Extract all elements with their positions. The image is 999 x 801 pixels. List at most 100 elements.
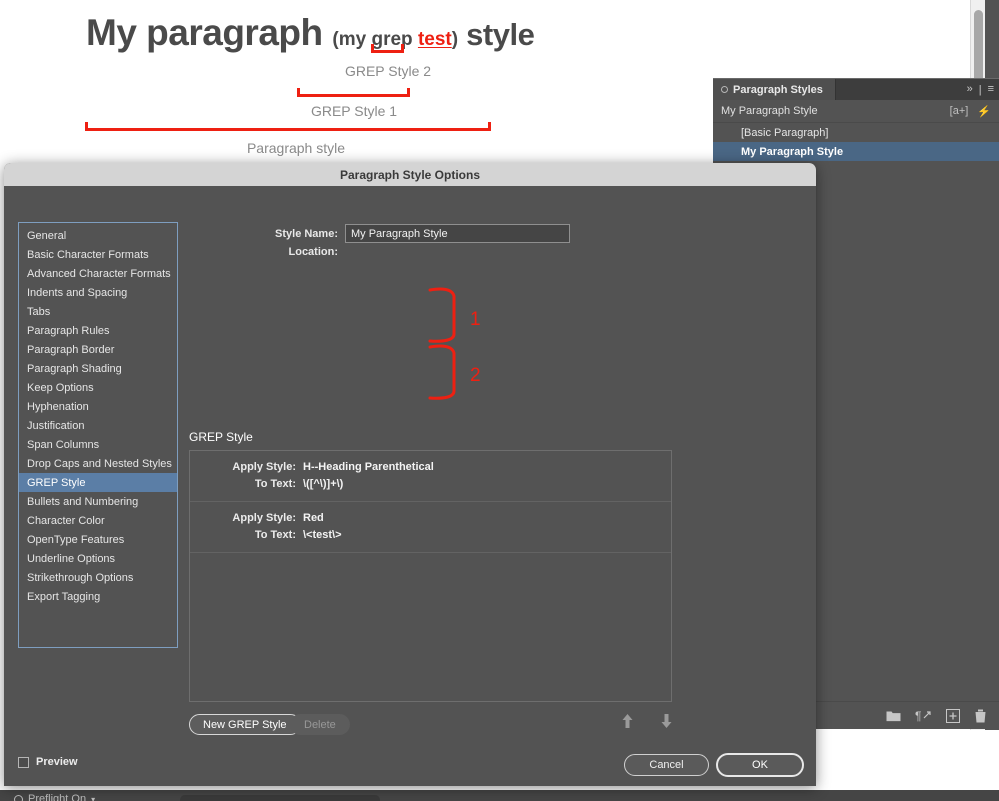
style-name-input[interactable]: My Paragraph Style	[345, 224, 570, 243]
category-label: Export Tagging	[27, 590, 101, 603]
panel-tab-bar: Paragraph Styles » | ≡	[713, 79, 999, 100]
category-label: Hyphenation	[27, 400, 89, 413]
sidebar-item-bullets-and-numbering[interactable]: Bullets and Numbering	[19, 492, 177, 511]
sidebar-item-grep-style[interactable]: GREP Style	[19, 473, 177, 492]
style-name-value: My Paragraph Style	[351, 227, 448, 240]
delete-button[interactable]: Delete	[290, 714, 350, 735]
category-label: Basic Character Formats	[27, 248, 149, 261]
list-item[interactable]: [Basic Paragraph]	[713, 123, 999, 142]
dialog-body: General Basic Character Formats Advanced…	[4, 186, 816, 786]
folder-icon[interactable]	[886, 709, 901, 722]
category-label: Tabs	[27, 305, 51, 318]
category-label: Span Columns	[27, 438, 100, 451]
preflight-label: Preflight On	[28, 793, 87, 801]
grep-to-text-line: To Text: \<test\>	[190, 526, 671, 543]
category-label: OpenType Features	[27, 533, 125, 546]
panel-menu-icon[interactable]: ≡	[988, 84, 994, 95]
move-down-icon[interactable]	[661, 714, 672, 733]
dialog-title: Paragraph Style Options	[339, 167, 481, 182]
grep-entry[interactable]: Apply Style: H--Heading Parenthetical To…	[190, 451, 671, 502]
sidebar-item-drop-caps-and-nested-styles[interactable]: Drop Caps and Nested Styles	[19, 454, 177, 473]
new-grep-style-label: New GREP Style	[203, 718, 287, 731]
to-text-label: To Text:	[254, 528, 296, 541]
sidebar-item-basic-character-formats[interactable]: Basic Character Formats	[19, 245, 177, 264]
sidebar-item-general[interactable]: General	[19, 226, 177, 245]
headline-paragraph-text: My paragraph	[86, 12, 333, 53]
sidebar-item-underline-options[interactable]: Underline Options	[19, 549, 177, 568]
apply-style-value[interactable]: H--Heading Parenthetical	[303, 461, 434, 473]
clear-override-icon[interactable]: ⚡	[977, 105, 991, 118]
category-label: Drop Caps and Nested Styles	[27, 457, 172, 470]
category-label: Character Color	[27, 514, 105, 527]
new-grep-style-button[interactable]: New GREP Style	[189, 714, 301, 735]
sidebar-item-justification[interactable]: Justification	[19, 416, 177, 435]
collapse-panel-icon[interactable]: »	[967, 84, 973, 95]
sidebar-item-hyphenation[interactable]: Hyphenation	[19, 397, 177, 416]
sidebar-item-tabs[interactable]: Tabs	[19, 302, 177, 321]
current-style-icons: [a+] ⚡	[950, 105, 991, 118]
delete-style-icon[interactable]	[974, 709, 987, 723]
sidebar-item-character-color[interactable]: Character Color	[19, 511, 177, 530]
sidebar-item-paragraph-border[interactable]: Paragraph Border	[19, 340, 177, 359]
preview-label: Preview	[36, 756, 78, 768]
sidebar-item-span-columns[interactable]: Span Columns	[19, 435, 177, 454]
reorder-buttons	[622, 714, 672, 733]
category-label: Paragraph Shading	[27, 362, 122, 375]
sidebar-item-paragraph-shading[interactable]: Paragraph Shading	[19, 359, 177, 378]
style-item-label: [Basic Paragraph]	[741, 126, 829, 139]
sidebar-item-paragraph-rules[interactable]: Paragraph Rules	[19, 321, 177, 340]
grep-entry[interactable]: Apply Style: Red To Text: \<test\>	[190, 502, 671, 553]
move-up-icon[interactable]	[622, 714, 633, 733]
apply-style-value[interactable]: Red	[303, 512, 324, 524]
annotation-bracket-grep-style-1	[297, 88, 410, 97]
sidebar-item-indents-and-spacing[interactable]: Indents and Spacing	[19, 283, 177, 302]
apply-style-label: Apply Style:	[232, 460, 296, 473]
ok-button[interactable]: OK	[716, 753, 804, 777]
to-text-label: To Text:	[254, 477, 296, 490]
ok-label: OK	[752, 759, 768, 771]
sidebar-item-advanced-character-formats[interactable]: Advanced Character Formats	[19, 264, 177, 283]
clear-overrides-icon[interactable]: ¶	[915, 709, 932, 722]
grep-apply-style-line: Apply Style: H--Heading Parenthetical	[190, 458, 671, 475]
sidebar-item-strikethrough-options[interactable]: Strikethrough Options	[19, 568, 177, 587]
to-text-value[interactable]: \<test\>	[303, 529, 342, 541]
preflight-indicator-icon	[14, 794, 23, 801]
grep-annotation-number-1: 1	[470, 309, 481, 330]
cancel-label: Cancel	[649, 759, 684, 771]
preview-checkbox[interactable]	[18, 756, 29, 768]
paragraph-style-options-dialog: Paragraph Style Options General Basic Ch…	[4, 163, 816, 786]
category-list: General Basic Character Formats Advanced…	[18, 222, 178, 648]
category-label: GREP Style	[27, 476, 86, 489]
category-label: Keep Options	[27, 381, 94, 394]
annotation-label-grep-style-1: GREP Style 1	[310, 103, 398, 119]
new-style-icon[interactable]	[946, 708, 960, 723]
headline-test-word: test	[417, 29, 452, 50]
tab-paragraph-styles[interactable]: Paragraph Styles	[713, 79, 836, 100]
sidebar-item-export-tagging[interactable]: Export Tagging	[19, 587, 177, 606]
category-label: Paragraph Border	[27, 343, 115, 356]
style-name-label: Style Name:	[275, 227, 338, 240]
dialog-titlebar[interactable]: Paragraph Style Options	[4, 163, 816, 186]
paragraph-styles-list: [Basic Paragraph] My Paragraph Style	[713, 123, 999, 161]
preflight-status[interactable]: Preflight On ▾	[14, 793, 95, 801]
location-row: Location:	[266, 246, 352, 258]
category-label: Strikethrough Options	[27, 571, 134, 584]
status-input-field[interactable]	[180, 795, 380, 801]
grep-annotation-number-2: 2	[470, 365, 481, 386]
category-label: Justification	[27, 419, 85, 432]
grep-style-list[interactable]: Apply Style: H--Heading Parenthetical To…	[189, 450, 672, 702]
category-label: Advanced Character Formats	[27, 267, 171, 280]
annotation-label-grep-style-2: GREP Style 2	[344, 63, 432, 79]
location-label: Location:	[288, 246, 339, 258]
to-text-value[interactable]: \([^\)]+\)	[303, 478, 343, 490]
category-label: Bullets and Numbering	[27, 495, 139, 508]
sidebar-item-opentype-features[interactable]: OpenType Features	[19, 530, 177, 549]
tab-label: Paragraph Styles	[733, 83, 823, 96]
preview-checkbox-row[interactable]: Preview	[18, 756, 78, 768]
preflight-chevron-down-icon[interactable]: ▾	[91, 795, 95, 801]
annotation-bracket-grep-style-2	[371, 44, 404, 53]
cancel-button[interactable]: Cancel	[624, 754, 709, 776]
list-item[interactable]: My Paragraph Style	[713, 142, 999, 161]
sidebar-item-keep-options[interactable]: Keep Options	[19, 378, 177, 397]
a-plus-badge-icon: [a+]	[949, 105, 969, 117]
